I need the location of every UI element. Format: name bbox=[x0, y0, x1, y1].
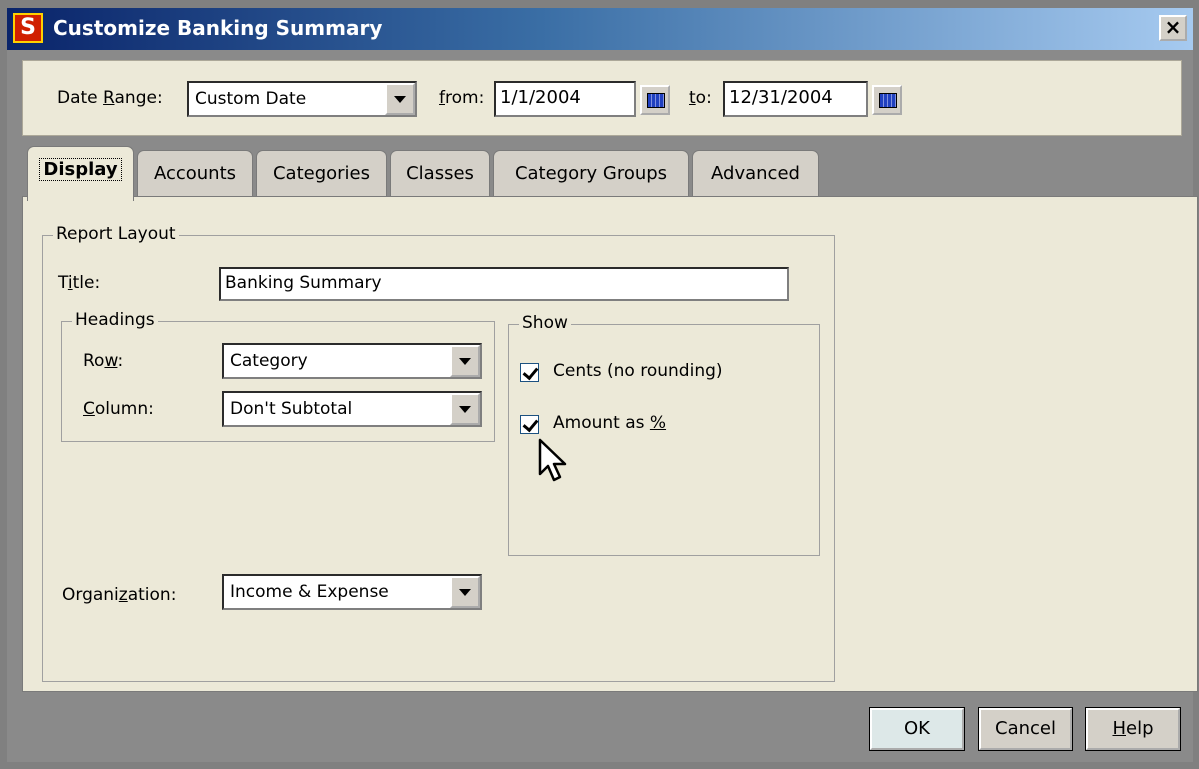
organization-value: Income & Expense bbox=[230, 582, 389, 602]
headings-group: Headings Row: Category Column: Don't Sub… bbox=[61, 310, 495, 442]
column-label: Column: bbox=[83, 399, 154, 419]
title-label: Title: bbox=[58, 273, 101, 293]
cents-label: Cents (no rounding) bbox=[553, 361, 723, 381]
organization-label: Organization: bbox=[62, 585, 177, 605]
mouse-cursor-icon bbox=[538, 438, 567, 482]
from-date-input[interactable]: 1/1/2004 bbox=[494, 81, 636, 117]
title-bar[interactable]: S Customize Banking Summary × bbox=[7, 8, 1193, 50]
chevron-down-icon[interactable] bbox=[450, 345, 480, 377]
date-range-bar: Date Range: Custom Date from: 1/1/2004 t… bbox=[22, 60, 1182, 136]
to-calendar-icon[interactable] bbox=[872, 85, 902, 115]
tab-display[interactable]: Display bbox=[27, 146, 134, 201]
date-range-select[interactable]: Custom Date bbox=[187, 81, 417, 117]
cents-checkbox[interactable] bbox=[520, 363, 539, 382]
show-group: Show Cents (no rounding) Amount as % bbox=[508, 313, 820, 556]
organization-select[interactable]: Income & Expense bbox=[222, 574, 482, 610]
to-date-input[interactable]: 12/31/2004 bbox=[723, 81, 868, 117]
help-button[interactable]: Help bbox=[1085, 707, 1181, 751]
column-heading-select[interactable]: Don't Subtotal bbox=[222, 391, 482, 427]
chevron-down-icon[interactable] bbox=[450, 393, 480, 425]
cancel-button[interactable]: Cancel bbox=[978, 707, 1073, 751]
show-title: Show bbox=[519, 313, 571, 333]
window-title: Customize Banking Summary bbox=[53, 16, 383, 40]
tab-advanced[interactable]: Advanced bbox=[692, 150, 819, 198]
title-input[interactable]: Banking Summary bbox=[219, 267, 789, 301]
row-heading-select[interactable]: Category bbox=[222, 343, 482, 379]
to-date-value: 12/31/2004 bbox=[729, 87, 833, 108]
to-label: to: bbox=[689, 88, 712, 108]
from-date-value: 1/1/2004 bbox=[500, 87, 581, 108]
date-range-value: Custom Date bbox=[195, 89, 307, 109]
from-label: from: bbox=[439, 88, 485, 108]
app-logo-icon: S bbox=[13, 13, 43, 43]
tab-classes[interactable]: Classes bbox=[390, 150, 490, 198]
tab-category-groups[interactable]: Category Groups bbox=[493, 150, 689, 198]
report-layout-title: Report Layout bbox=[53, 224, 179, 244]
report-layout-group: Report Layout Title: Banking Summary Hea… bbox=[42, 224, 835, 682]
date-range-label: Date Range: bbox=[57, 88, 163, 108]
tab-accounts[interactable]: Accounts bbox=[137, 150, 253, 198]
tab-display-label: Display bbox=[39, 158, 122, 181]
tab-categories[interactable]: Categories bbox=[256, 150, 387, 198]
ok-button[interactable]: OK bbox=[869, 707, 965, 751]
dialog-window: S Customize Banking Summary × Date Range… bbox=[0, 0, 1199, 769]
headings-title: Headings bbox=[72, 310, 158, 330]
row-label: Row: bbox=[83, 351, 124, 371]
from-calendar-icon[interactable] bbox=[640, 85, 670, 115]
amount-percent-checkbox[interactable] bbox=[520, 415, 539, 434]
row-heading-value: Category bbox=[230, 351, 308, 371]
close-button[interactable]: × bbox=[1159, 15, 1187, 41]
title-value: Banking Summary bbox=[225, 273, 382, 293]
chevron-down-icon[interactable] bbox=[450, 576, 480, 608]
display-tab-panel: Report Layout Title: Banking Summary Hea… bbox=[22, 196, 1198, 692]
chevron-down-icon[interactable] bbox=[385, 83, 415, 115]
column-heading-value: Don't Subtotal bbox=[230, 399, 353, 419]
amount-percent-label: Amount as % bbox=[553, 413, 667, 433]
